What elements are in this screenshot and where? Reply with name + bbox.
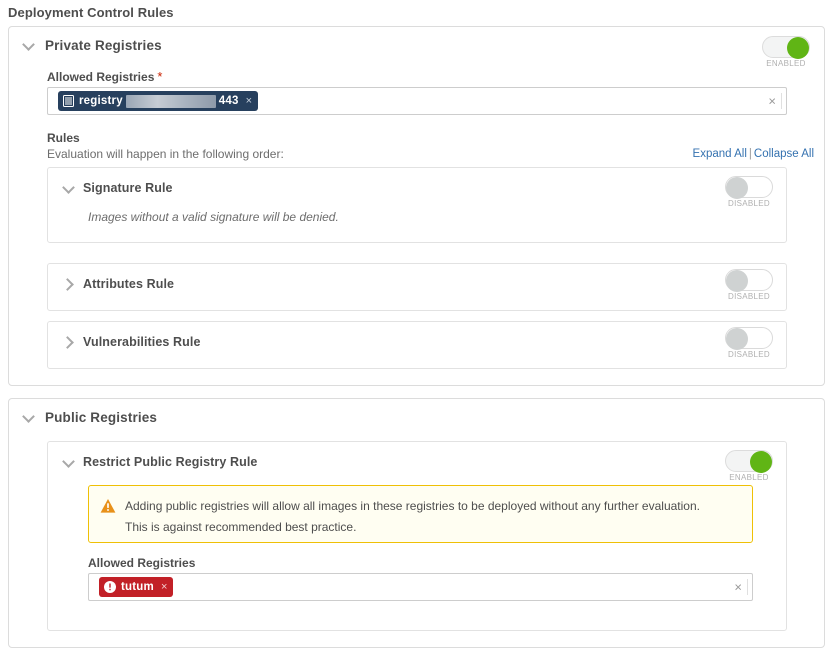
- registry-chip-remove-icon[interactable]: ×: [246, 95, 252, 107]
- public-registries-title: Public Registries: [45, 410, 158, 425]
- public-registries-panel: Public Registries Restrict Public Regist…: [8, 398, 825, 648]
- private-registries-panel: Private Registries ENABLED Allowed Regis…: [8, 26, 825, 386]
- chevron-down-icon[interactable]: [62, 456, 74, 468]
- toggle-state-label: ENABLED: [729, 473, 769, 482]
- rule-description: Images without a valid signature will be…: [88, 210, 339, 224]
- allowed-registries-label-private: Allowed Registries *: [47, 69, 163, 84]
- warning-alert-line-2: This is against recommended best practic…: [125, 520, 357, 534]
- private-registries-title: Private Registries: [45, 38, 162, 53]
- public-registry-chip[interactable]: tutum ×: [99, 577, 174, 597]
- deployment-control-rules-page: Deployment Control Rules Private Registr…: [0, 0, 833, 661]
- rule-card-restrict-public-registry: Restrict Public Registry Rule ENABLED Ad…: [47, 441, 787, 631]
- rule-header-vulnerabilities[interactable]: Vulnerabilities Rule: [62, 335, 201, 349]
- private-registries-toggle[interactable]: ENABLED: [758, 36, 814, 68]
- registry-chip[interactable]: registry 443 ×: [58, 91, 259, 111]
- server-icon: [63, 95, 74, 107]
- collapse-all-link[interactable]: Collapse All: [754, 148, 814, 160]
- public-registry-warning-alert: Adding public registries will allow all …: [88, 485, 753, 543]
- rules-heading: Rules: [47, 131, 80, 145]
- expand-all-link[interactable]: Expand All: [693, 148, 747, 160]
- toggle-switch[interactable]: [762, 36, 810, 59]
- rule-title: Restrict Public Registry Rule: [83, 455, 258, 469]
- public-registry-chip-label: tutum: [121, 581, 154, 593]
- required-asterisk: *: [157, 69, 163, 84]
- rule-title: Signature Rule: [83, 181, 173, 195]
- rule-title: Attributes Rule: [83, 277, 175, 291]
- clear-input-icon[interactable]: ×: [768, 95, 776, 108]
- rule-header-attributes[interactable]: Attributes Rule: [62, 277, 174, 291]
- expand-collapse-links: Expand All | Collapse All: [693, 148, 814, 160]
- rule-toggle-vulnerabilities[interactable]: DISABLED: [721, 327, 777, 359]
- chevron-down-icon[interactable]: [62, 182, 74, 194]
- input-divider: [781, 93, 782, 109]
- rule-toggle-signature[interactable]: DISABLED: [721, 176, 777, 208]
- rule-toggle-restrict-public-registry[interactable]: ENABLED: [721, 450, 777, 482]
- public-registries-header[interactable]: Public Registries: [22, 410, 157, 425]
- toggle-state-label: DISABLED: [728, 199, 770, 208]
- toggle-switch[interactable]: [725, 176, 773, 199]
- registry-chip-prefix: registry: [79, 95, 123, 107]
- redacted-host-block: [125, 94, 216, 108]
- link-separator: |: [748, 148, 752, 160]
- rule-header-restrict-public-registry[interactable]: Restrict Public Registry Rule: [62, 455, 257, 469]
- rule-card-attributes: Attributes Rule DISABLED: [47, 263, 787, 311]
- toggle-knob: [726, 270, 748, 292]
- allowed-registries-label-public: Allowed Registries: [88, 556, 196, 570]
- chevron-down-icon[interactable]: [22, 411, 35, 424]
- toggle-state-label: DISABLED: [728, 350, 770, 359]
- warning-alert-text: Adding public registries will allow all …: [125, 496, 700, 538]
- toggle-state-label: ENABLED: [766, 59, 806, 68]
- public-registry-chip-remove-icon[interactable]: ×: [161, 581, 167, 593]
- toggle-knob: [787, 37, 809, 59]
- rule-header-signature[interactable]: Signature Rule: [62, 181, 173, 195]
- page-title: Deployment Control Rules: [8, 5, 174, 20]
- toggle-knob: [750, 451, 772, 473]
- toggle-knob: [726, 177, 748, 199]
- warning-triangle-icon: [100, 498, 116, 514]
- registry-chip-port: 443: [218, 95, 239, 107]
- input-divider: [747, 579, 748, 595]
- rules-subheading: Evaluation will happen in the following …: [47, 147, 284, 161]
- toggle-switch[interactable]: [725, 269, 773, 292]
- rule-toggle-attributes[interactable]: DISABLED: [721, 269, 777, 301]
- chevron-right-icon[interactable]: [62, 336, 74, 348]
- toggle-switch[interactable]: [725, 450, 773, 473]
- allowed-registries-input-public[interactable]: tutum × ×: [88, 573, 753, 601]
- exclamation-circle-icon: [104, 581, 116, 593]
- toggle-state-label: DISABLED: [728, 292, 770, 301]
- chevron-down-icon[interactable]: [22, 39, 35, 52]
- warning-alert-line-1: Adding public registries will allow all …: [125, 499, 700, 513]
- clear-input-icon[interactable]: ×: [734, 581, 742, 594]
- rule-card-vulnerabilities: Vulnerabilities Rule DISABLED: [47, 321, 787, 369]
- rule-card-signature: Signature Rule Images without a valid si…: [47, 167, 787, 243]
- chevron-right-icon[interactable]: [62, 278, 74, 290]
- toggle-knob: [726, 328, 748, 350]
- allowed-registries-input-private[interactable]: registry 443 × ×: [47, 87, 787, 115]
- rule-title: Vulnerabilities Rule: [83, 335, 201, 349]
- toggle-switch[interactable]: [725, 327, 773, 350]
- private-registries-header[interactable]: Private Registries: [22, 38, 162, 53]
